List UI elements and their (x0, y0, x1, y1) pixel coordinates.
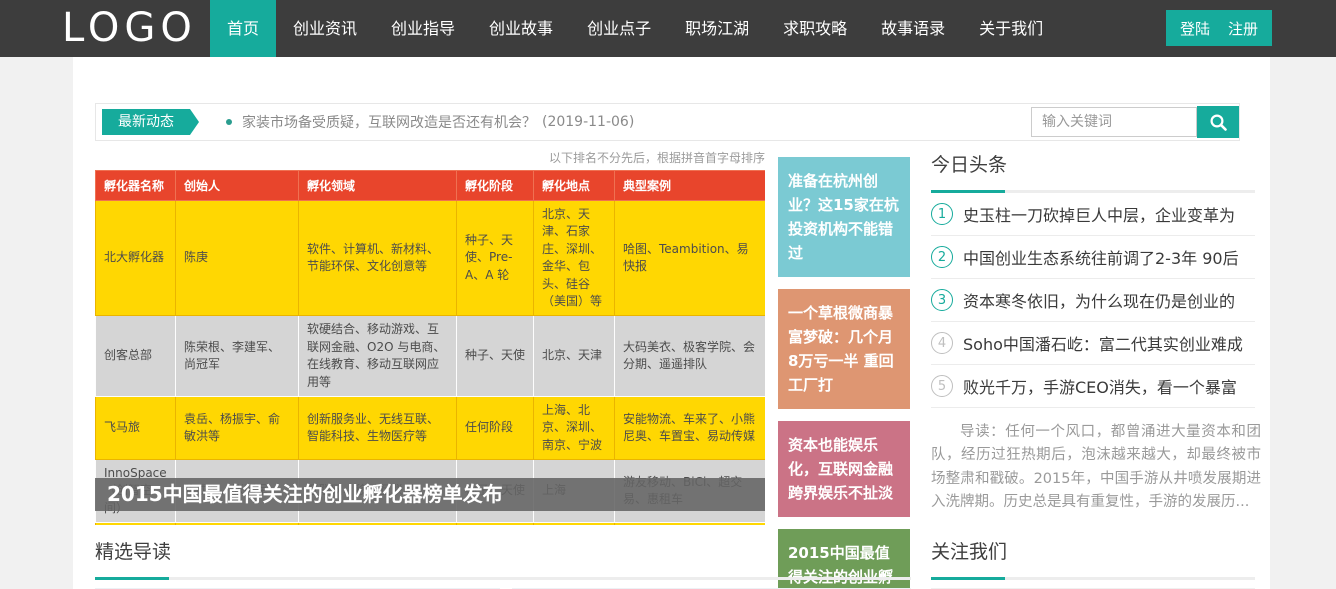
table-cell: 软硬结合、移动游戏、互联网金融、O2O 与电商、在线教育、移动互联网应用等 (299, 316, 457, 397)
register-link[interactable]: 注册 (1228, 18, 1258, 39)
table-cell: 哈图、Teambition、易快报 (615, 201, 766, 316)
sidebar-cards: 准备在杭州创业？这15家在杭投资机构不能错过一个草根微商暴富梦破：几个月8万亏一… (778, 157, 910, 589)
sidebar-card[interactable]: 一个草根微商暴富梦破：几个月8万亏一半 重回工厂打 (778, 289, 910, 409)
table-cell: 安能物流、车来了、小熊尼奥、车置宝、易动传媒 (615, 396, 766, 459)
nav-item[interactable]: 创业点子 (570, 0, 668, 57)
news-ticker: 最新动态 家装市场备受质疑，互联网改造是否还有机会？ (2019-11-06) (95, 103, 1240, 141)
table-cell: 趣活美食送、摩比万思、量化派 (615, 523, 766, 525)
table-cell: 北京、天津 (534, 316, 615, 397)
headline-item[interactable]: 1 史玉柱一刀砍掉巨人中层，企业变革为 (931, 193, 1255, 236)
nav-item[interactable]: 创业故事 (472, 0, 570, 57)
table-header-cell: 孵化地点 (534, 171, 615, 201)
slider-caption[interactable]: 2015中国最值得关注的创业孵化器榜单发布 (95, 478, 765, 511)
headline-list: 1 史玉柱一刀砍掉巨人中层，企业变革为 2 中国创业生态系统往前调了2-3年 90后 3… (931, 193, 1255, 408)
ticker-headline[interactable]: 家装市场备受质疑，互联网改造是否还有机会？ (242, 112, 536, 132)
rank-badge: 1 (931, 203, 953, 225)
headline-text: 史玉柱一刀砍掉巨人中层，企业变革为 (963, 202, 1235, 226)
table-body: 北大孵化器陈庚软件、计算机、新材料、节能环保、文化创意等种子、天使、Pre-A、… (96, 201, 766, 526)
rank-badge: 2 (931, 246, 953, 268)
search-box (1031, 106, 1239, 138)
headline-text: Soho中国潘石屹：富二代其实创业难成 (963, 331, 1243, 355)
digest-text[interactable]: 导读：任何一个风口，都曾涌进大量资本和团队，经历过狂热期后，泡沫越来越大，却最终… (931, 421, 1261, 515)
auth-box: 登陆 注册 (1166, 10, 1272, 46)
nav-item[interactable]: 故事语录 (864, 0, 962, 57)
table-cell: 任何阶段 (457, 396, 534, 459)
table-cell: 任何阶段 (457, 523, 534, 525)
search-icon (1209, 113, 1228, 132)
incubator-table-image: 孵化器名称创始人孵化领域孵化阶段孵化地点典型案例 北大孵化器陈庚软件、计算机、新… (95, 170, 765, 525)
section-rule (95, 577, 911, 580)
section-rule (931, 577, 1255, 580)
section-title-follow: 关注我们 (931, 537, 1255, 564)
table-cell: 刘循序 (176, 523, 299, 525)
content-panel: 最新动态 家装市场备受质疑，互联网改造是否还有机会？ (2019-11-06) … (73, 57, 1270, 589)
dot-icon (226, 119, 232, 125)
nav-item[interactable]: 求职攻略 (766, 0, 864, 57)
nav-item[interactable]: 关于我们 (962, 0, 1060, 57)
table-header-cell: 孵化领域 (299, 171, 457, 201)
sidebar-card[interactable]: 准备在杭州创业？这15家在杭投资机构不能错过 (778, 157, 910, 277)
featured-section: 精选导读 (95, 537, 911, 589)
slider[interactable]: 以下排名不分先后，根据拼音首字母排序 孵化器名称创始人孵化领域孵化阶段孵化地点典… (95, 150, 765, 525)
rank-badge: 4 (931, 332, 953, 354)
table-cell: 种子、天使 (457, 316, 534, 397)
site-logo[interactable]: LOGO (62, 0, 197, 57)
table-header-cell: 孵化阶段 (457, 171, 534, 201)
table-cell: 飞马旅 (96, 396, 176, 459)
table-cell: 创新服务业、无线互联、智能科技、生物医疗等 (299, 396, 457, 459)
table-cell: 软件、计算机、新材料、节能环保、文化创意等 (299, 201, 457, 316)
ticker-date: (2019-11-06) (542, 114, 634, 130)
headlines-panel: 今日头条 1 史玉柱一刀砍掉巨人中层，企业变革为 2 中国创业生态系统往前调了2-3年… (931, 150, 1255, 515)
headline-item[interactable]: 3 资本寒冬依旧，为什么现在仍是创业的 (931, 279, 1255, 322)
table-cell: 大码美衣、极客学院、会分期、遥遥排队 (615, 316, 766, 397)
table-cell: 陈荣根、李建军、尚冠军 (176, 316, 299, 397)
main-nav: 首页创业资讯创业指导创业故事创业点子职场江湖求职攻略故事语录关于我们 (210, 0, 1060, 57)
search-button[interactable] (1197, 106, 1239, 138)
table-note: 以下排名不分先后，根据拼音首字母排序 (95, 150, 765, 170)
section-rule (931, 190, 1255, 193)
table-cell: 京西创业公社 (96, 523, 176, 525)
nav-item[interactable]: 职场江湖 (668, 0, 766, 57)
table-cell: 北京 (534, 523, 615, 525)
nav-item[interactable]: 创业资讯 (276, 0, 374, 57)
section-title-headlines: 今日头条 (931, 150, 1255, 177)
table-cell: 上海、北京、深圳、南京、宁波 (534, 396, 615, 459)
table-header-row: 孵化器名称创始人孵化领域孵化阶段孵化地点典型案例 (96, 171, 766, 201)
headline-text: 中国创业生态系统往前调了2-3年 90后 (963, 245, 1239, 269)
table-row: 飞马旅袁岳、杨振宇、俞敏洪等创新服务业、无线互联、智能科技、生物医疗等任何阶段上… (96, 396, 766, 459)
follow-section: 关注我们 (931, 537, 1255, 589)
table-cell: 种子、天使、Pre-A、A 轮 (457, 201, 534, 316)
table-header-cell: 创始人 (176, 171, 299, 201)
headline-item[interactable]: 4 Soho中国潘石屹：富二代其实创业难成 (931, 322, 1255, 365)
table-cell: 移动互联网、高新技术、节能环保、文化创意、智能硬件 (299, 523, 457, 525)
table-cell: 创客总部 (96, 316, 176, 397)
ticker-badge: 最新动态 (102, 109, 190, 135)
table-cell: 北京、天津、石家庄、深圳、金华、包头、硅谷（美国）等 (534, 201, 615, 316)
search-input[interactable] (1031, 107, 1197, 137)
nav-item[interactable]: 首页 (210, 0, 276, 57)
incubator-table: 孵化器名称创始人孵化领域孵化阶段孵化地点典型案例 北大孵化器陈庚软件、计算机、新… (95, 170, 765, 525)
table-row: 创客总部陈荣根、李建军、尚冠军软硬结合、移动游戏、互联网金融、O2O 与电商、在… (96, 316, 766, 397)
rank-badge: 3 (931, 289, 953, 311)
table-header-cell: 孵化器名称 (96, 171, 176, 201)
section-title-featured: 精选导读 (95, 537, 911, 564)
headline-item[interactable]: 5 败光千万，手游CEO消失，看一个暴富 (931, 365, 1255, 408)
table-cell: 袁岳、杨振宇、俞敏洪等 (176, 396, 299, 459)
headline-item[interactable]: 2 中国创业生态系统往前调了2-3年 90后 (931, 236, 1255, 279)
nav-item[interactable]: 创业指导 (374, 0, 472, 57)
table-header-cell: 典型案例 (615, 171, 766, 201)
table-row: 京西创业公社刘循序移动互联网、高新技术、节能环保、文化创意、智能硬件任何阶段北京… (96, 523, 766, 525)
site-header: LOGO 首页创业资讯创业指导创业故事创业点子职场江湖求职攻略故事语录关于我们 … (0, 0, 1336, 57)
table-cell: 陈庚 (176, 201, 299, 316)
sidebar-card[interactable]: 资本也能娱乐化，互联网金融跨界娱乐不扯淡 (778, 421, 910, 517)
login-link[interactable]: 登陆 (1180, 18, 1210, 39)
headline-text: 败光千万，手游CEO消失，看一个暴富 (963, 374, 1237, 398)
headline-text: 资本寒冬依旧，为什么现在仍是创业的 (963, 288, 1235, 312)
table-cell: 北大孵化器 (96, 201, 176, 316)
rank-badge: 5 (931, 375, 953, 397)
table-row: 北大孵化器陈庚软件、计算机、新材料、节能环保、文化创意等种子、天使、Pre-A、… (96, 201, 766, 316)
